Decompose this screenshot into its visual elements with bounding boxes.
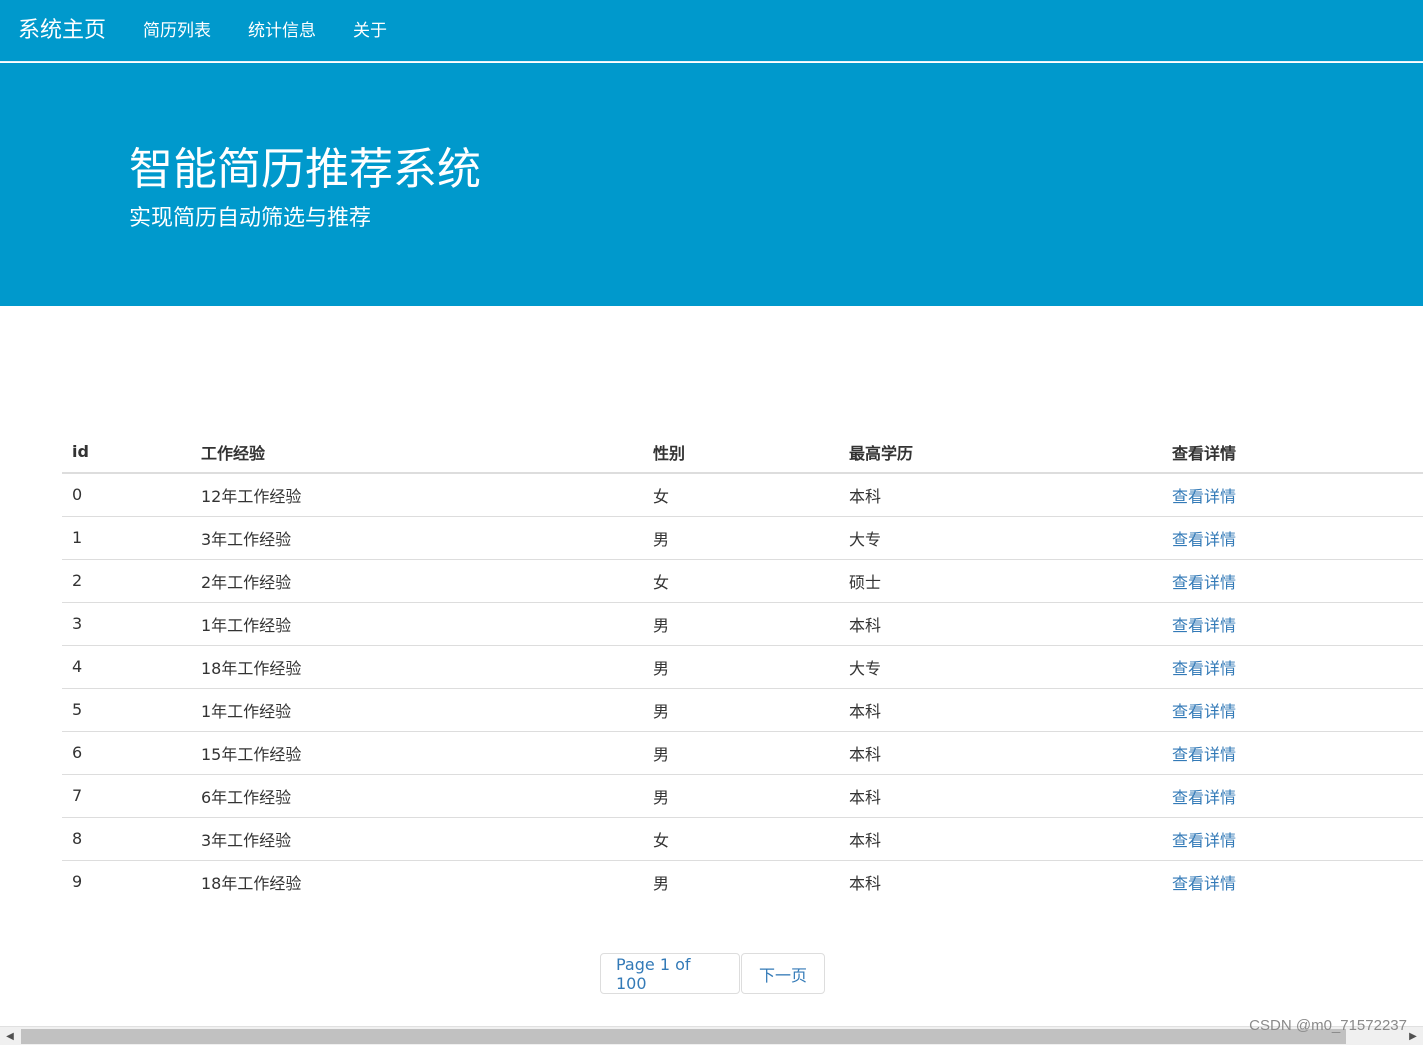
cell-id: 0 (72, 485, 83, 505)
cell-education: 本科 (839, 730, 1162, 774)
cell-experience: 1年工作经验 (191, 601, 643, 645)
cell-details: 查看详情 (1162, 859, 1423, 903)
cell-id: 5 (62, 687, 191, 731)
cell-education: 本科 (839, 687, 1162, 731)
cell-id: 6 (62, 730, 191, 774)
cell-education: 大专 (839, 515, 1162, 559)
cell-details: 查看详情 (1162, 473, 1423, 516)
watermark-text: CSDN @m0_71572237 (1249, 1017, 1407, 1034)
view-details-link[interactable]: 查看详情 (1172, 487, 1236, 506)
hero-subtitle: 实现简历自动筛选与推荐 (129, 206, 372, 231)
view-details-link[interactable]: 查看详情 (1172, 573, 1236, 592)
cell-details: 查看详情 (1162, 515, 1423, 559)
column-header-gender: 性别 (643, 431, 839, 474)
pagination: Page 1 of 100 下一页 (600, 953, 825, 994)
view-details-link[interactable]: 查看详情 (1172, 659, 1236, 678)
cell-experience: 1年工作经验 (191, 687, 643, 731)
scroll-left-arrow-icon[interactable]: ◀ (0, 1027, 20, 1045)
page-info-button[interactable]: Page 1 of 100 (600, 953, 740, 994)
cell-details: 查看详情 (1162, 730, 1423, 774)
column-header-details: 查看详情 (1162, 431, 1423, 474)
view-details-link[interactable]: 查看详情 (1172, 874, 1236, 893)
top-navbar: 系统主页 简历列表 统计信息 关于 (0, 0, 1423, 62)
table-row: 7 6年工作经验 男 本科 查看详情 (62, 773, 1423, 817)
brand-link[interactable]: 系统主页 (18, 0, 106, 62)
scroll-thumb[interactable] (21, 1029, 1346, 1044)
cell-id: 1 (62, 515, 191, 559)
view-details-link[interactable]: 查看详情 (1172, 788, 1236, 807)
cell-id: 4 (62, 644, 191, 688)
cell-experience: 3年工作经验 (191, 816, 643, 860)
cell-gender: 男 (643, 773, 839, 817)
cell-education: 硕士 (839, 558, 1162, 602)
table-row: 6 15年工作经验 男 本科 查看详情 (62, 730, 1423, 774)
view-details-link[interactable]: 查看详情 (1172, 831, 1236, 850)
column-header-experience: 工作经验 (191, 431, 643, 474)
cell-experience: 6年工作经验 (191, 773, 643, 817)
cell-id: 8 (62, 816, 191, 860)
table-row: 2 2年工作经验 女 硕士 查看详情 (62, 558, 1423, 602)
cell-gender: 男 (643, 730, 839, 774)
cell-id: 7 (62, 773, 191, 817)
cell-education: 本科 (849, 486, 882, 506)
horizontal-scrollbar[interactable]: ◀ ▶ (0, 1026, 1423, 1045)
nav-link-statistics[interactable]: 统计信息 (248, 0, 316, 62)
cell-gender: 男 (643, 601, 839, 645)
cell-id: 9 (62, 859, 191, 903)
cell-gender: 男 (643, 644, 839, 688)
resume-table: id 工作经验 性别 最高学历 查看详情 0 12年工作经验 女 本科 查看详情… (62, 431, 1423, 903)
cell-gender: 男 (643, 515, 839, 559)
cell-education: 本科 (839, 773, 1162, 817)
cell-education: 本科 (839, 859, 1162, 903)
cell-details: 查看详情 (1162, 558, 1423, 602)
cell-details: 查看详情 (1162, 687, 1423, 731)
table-row: 0 12年工作经验 女 本科 查看详情 (62, 473, 1423, 516)
cell-details: 查看详情 (1162, 816, 1423, 860)
cell-id: 3 (62, 601, 191, 645)
resume-table-container: id 工作经验 性别 最高学历 查看详情 0 12年工作经验 女 本科 查看详情… (62, 431, 1423, 903)
table-row: 8 3年工作经验 女 本科 查看详情 (62, 816, 1423, 860)
cell-gender: 男 (643, 859, 839, 903)
next-page-button[interactable]: 下一页 (741, 953, 825, 994)
cell-education: 本科 (839, 816, 1162, 860)
nav-link-about[interactable]: 关于 (353, 0, 387, 62)
cell-gender: 女 (653, 486, 670, 506)
cell-gender: 女 (643, 558, 839, 602)
cell-experience: 18年工作经验 (191, 859, 643, 903)
table-row: 4 18年工作经验 男 大专 查看详情 (62, 644, 1423, 688)
table-row: 1 3年工作经验 男 大专 查看详情 (62, 515, 1423, 559)
table-header-row: id 工作经验 性别 最高学历 查看详情 (62, 431, 1423, 474)
nav-link-resume-list[interactable]: 简历列表 (143, 0, 211, 62)
table-row: 5 1年工作经验 男 本科 查看详情 (62, 687, 1423, 731)
cell-experience: 2年工作经验 (191, 558, 643, 602)
cell-experience: 3年工作经验 (191, 515, 643, 559)
cell-experience: 18年工作经验 (191, 644, 643, 688)
cell-details: 查看详情 (1162, 644, 1423, 688)
hero-title: 智能简历推荐系统 (129, 144, 481, 195)
cell-details: 查看详情 (1162, 601, 1423, 645)
hero-banner: 智能简历推荐系统 实现简历自动筛选与推荐 (0, 63, 1423, 306)
column-header-education: 最高学历 (839, 431, 1162, 474)
cell-gender: 女 (643, 816, 839, 860)
table-row: 9 18年工作经验 男 本科 查看详情 (62, 859, 1423, 903)
view-details-link[interactable]: 查看详情 (1172, 702, 1236, 721)
cell-gender: 男 (643, 687, 839, 731)
cell-education: 本科 (839, 601, 1162, 645)
view-details-link[interactable]: 查看详情 (1172, 745, 1236, 764)
cell-education: 大专 (839, 644, 1162, 688)
cell-experience: 12年工作经验 (201, 486, 302, 506)
cell-id: 2 (62, 558, 191, 602)
table-row: 3 1年工作经验 男 本科 查看详情 (62, 601, 1423, 645)
cell-experience: 15年工作经验 (191, 730, 643, 774)
view-details-link[interactable]: 查看详情 (1172, 530, 1236, 549)
cell-details: 查看详情 (1162, 773, 1423, 817)
column-header-id: id (62, 431, 191, 474)
view-details-link[interactable]: 查看详情 (1172, 616, 1236, 635)
